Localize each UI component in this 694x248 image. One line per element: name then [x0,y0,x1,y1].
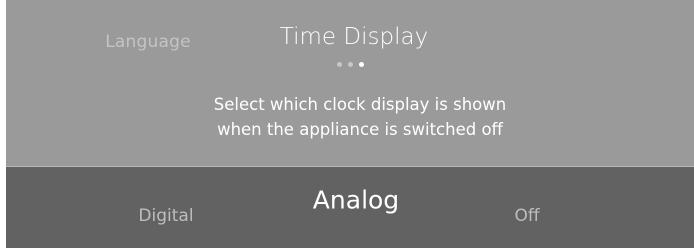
appliance-screen: Language Time Display Select which clock… [6,0,694,248]
previous-setting-label[interactable]: Language [80,32,216,52]
option-analog-selected[interactable]: Analog [276,186,436,215]
page-dot-1 [337,61,342,67]
setting-description: Select which clock display is shown when… [150,92,570,142]
description-line-1: Select which clock display is shown [213,95,507,114]
page-dot-2 [348,61,353,67]
description-line-2: when the appliance is switched off [217,120,503,139]
page-dot-3-active [359,61,364,67]
option-off[interactable]: Off [492,206,562,226]
page-indicator [337,61,364,67]
settings-header-panel: Language Time Display Select which clock… [6,0,694,166]
option-digital[interactable]: Digital [110,206,222,226]
page-title: Time Display [279,24,429,50]
